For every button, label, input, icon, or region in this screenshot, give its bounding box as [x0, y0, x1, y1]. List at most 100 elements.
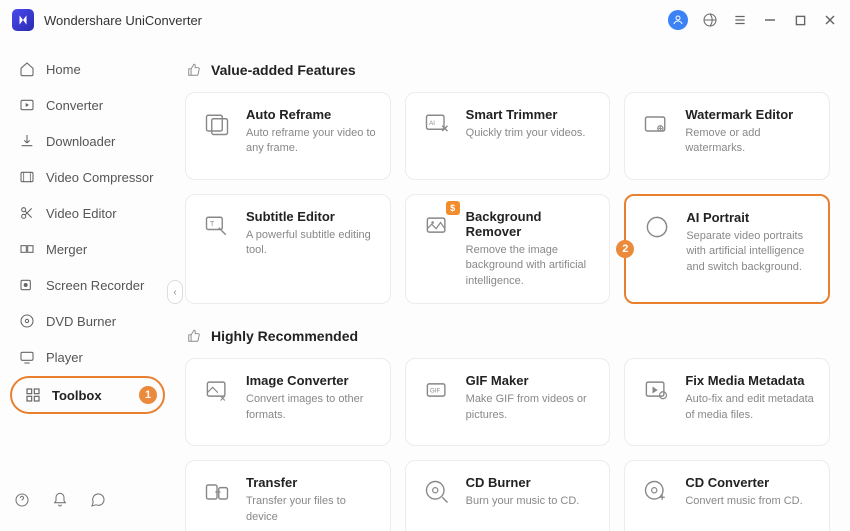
- card-desc: Transfer your files to device: [246, 494, 378, 525]
- card-transfer[interactable]: Transfer Transfer your files to device: [185, 460, 391, 531]
- card-cd-burner[interactable]: CD BurnerBurn your music to CD.: [405, 460, 611, 531]
- card-desc: Separate video portraits with artificial…: [686, 229, 816, 275]
- thumbs-up-icon: [187, 63, 201, 77]
- card-title: Watermark Editor: [685, 107, 817, 122]
- card-desc: Auto-fix and edit metadata of media file…: [685, 392, 817, 423]
- sidebar-item-label: Screen Recorder: [46, 278, 144, 293]
- sidebar-item-home[interactable]: Home: [10, 52, 165, 86]
- sidebar-item-merger[interactable]: Merger: [10, 232, 165, 266]
- titlebar: Wondershare UniConverter: [0, 0, 850, 40]
- svg-text:T: T: [210, 221, 215, 228]
- cd-burner-icon: [420, 475, 454, 509]
- content-area: Value-added Features Auto Reframe Auto re…: [175, 40, 850, 531]
- transfer-icon: [200, 475, 234, 509]
- collapse-sidebar-button[interactable]: ‹: [167, 280, 183, 304]
- menu-icon[interactable]: [732, 12, 748, 28]
- card-desc: Convert images to other formats.: [246, 392, 378, 423]
- section-title: Value-added Features: [211, 62, 356, 78]
- image-converter-icon: [200, 373, 234, 407]
- card-gif-maker[interactable]: GIF GIF Maker Make GIF from videos or pic…: [405, 358, 611, 446]
- card-title: Image Converter: [246, 373, 378, 388]
- player-icon: [18, 348, 36, 366]
- compressor-icon: [18, 168, 36, 186]
- app-logo-icon: [12, 9, 34, 31]
- home-icon: [18, 60, 36, 78]
- card-title: Smart Trimmer: [466, 107, 598, 122]
- sidebar-item-label: Player: [46, 350, 83, 365]
- thumbs-up-icon: [187, 329, 201, 343]
- sidebar-item-label: Toolbox: [52, 388, 102, 403]
- subtitle-icon: T: [200, 209, 234, 243]
- sidebar-item-toolbox[interactable]: Toolbox 1: [10, 376, 165, 414]
- sidebar-item-converter[interactable]: Converter: [10, 88, 165, 122]
- card-background-remover[interactable]: $ Background Remover Remove the image bac…: [405, 194, 611, 304]
- card-desc: Burn your music to CD.: [466, 494, 598, 509]
- watermark-icon: [639, 107, 673, 141]
- sidebar-item-label: Video Compressor: [46, 170, 153, 185]
- portrait-icon: [640, 210, 674, 244]
- sidebar-item-dvd-burner[interactable]: DVD Burner: [10, 304, 165, 338]
- card-image-converter[interactable]: Image Converter Convert images to other f…: [185, 358, 391, 446]
- sidebar-item-label: Video Editor: [46, 206, 117, 221]
- trimmer-icon: AI: [420, 107, 454, 141]
- card-title: AI Portrait: [686, 210, 816, 225]
- merger-icon: [18, 240, 36, 258]
- toolbox-icon: [24, 386, 42, 404]
- card-auto-reframe[interactable]: Auto Reframe Auto reframe your video to a…: [185, 92, 391, 180]
- converter-icon: [18, 96, 36, 114]
- paid-badge: $: [446, 201, 460, 215]
- svg-text:GIF: GIF: [430, 388, 440, 395]
- card-desc: Make GIF from videos or pictures.: [466, 392, 598, 423]
- editor-icon: [18, 204, 36, 222]
- sidebar-item-player[interactable]: Player: [10, 340, 165, 374]
- card-title: CD Converter: [685, 475, 817, 490]
- sidebar-item-label: DVD Burner: [46, 314, 116, 329]
- card-desc: A powerful subtitle editing tool.: [246, 228, 378, 259]
- feedback-icon[interactable]: [90, 492, 106, 511]
- card-smart-trimmer[interactable]: AI Smart Trimmer Quickly trim your videos…: [405, 92, 611, 180]
- notification-icon[interactable]: [52, 492, 68, 511]
- sidebar-item-label: Home: [46, 62, 81, 77]
- app-title: Wondershare UniConverter: [44, 13, 668, 28]
- sidebar-item-label: Converter: [46, 98, 103, 113]
- maximize-button[interactable]: [792, 12, 808, 28]
- downloader-icon: [18, 132, 36, 150]
- card-title: Subtitle Editor: [246, 209, 378, 224]
- card-desc: Convert music from CD.: [685, 494, 817, 509]
- sidebar-item-label: Downloader: [46, 134, 115, 149]
- card-watermark-editor[interactable]: Watermark Editor Remove or add watermarks…: [624, 92, 830, 180]
- sidebar-item-downloader[interactable]: Downloader: [10, 124, 165, 158]
- card-title: GIF Maker: [466, 373, 598, 388]
- card-desc: Remove the image background with artific…: [466, 243, 598, 289]
- card-desc: Remove or add watermarks.: [685, 126, 817, 157]
- sidebar-item-video-editor[interactable]: Video Editor: [10, 196, 165, 230]
- disc-icon: [18, 312, 36, 330]
- sidebar-item-label: Merger: [46, 242, 87, 257]
- card-fix-metadata[interactable]: Fix Media Metadata Auto-fix and edit meta…: [624, 358, 830, 446]
- card-title: Transfer: [246, 475, 378, 490]
- card-subtitle-editor[interactable]: T Subtitle Editor A powerful subtitle edi…: [185, 194, 391, 304]
- card-desc: Quickly trim your videos.: [466, 126, 598, 141]
- card-desc: Auto reframe your video to any frame.: [246, 126, 378, 157]
- card-title: Auto Reframe: [246, 107, 378, 122]
- card-cd-converter[interactable]: CD Converter Convert music from CD.: [624, 460, 830, 531]
- gif-icon: GIF: [420, 373, 454, 407]
- reframe-icon: [200, 107, 234, 141]
- minimize-button[interactable]: [762, 12, 778, 28]
- close-button[interactable]: [822, 12, 838, 28]
- support-icon[interactable]: [702, 12, 718, 28]
- help-icon[interactable]: [14, 492, 30, 511]
- sidebar: Home Converter Downloader Video Compress…: [0, 40, 175, 531]
- highlight-badge: 2: [616, 240, 634, 258]
- sidebar-badge: 1: [139, 386, 157, 404]
- cd-converter-icon: [639, 475, 673, 509]
- user-avatar-icon[interactable]: [668, 10, 688, 30]
- recorder-icon: [18, 276, 36, 294]
- svg-text:AI: AI: [429, 120, 435, 127]
- sidebar-item-screen-recorder[interactable]: Screen Recorder: [10, 268, 165, 302]
- section-title: Highly Recommended: [211, 328, 358, 344]
- card-title: Fix Media Metadata: [685, 373, 817, 388]
- sidebar-item-compressor[interactable]: Video Compressor: [10, 160, 165, 194]
- card-ai-portrait[interactable]: 2 AI PortraitSeparate video portraits wi…: [624, 194, 830, 304]
- card-title: Background Remover: [466, 209, 598, 239]
